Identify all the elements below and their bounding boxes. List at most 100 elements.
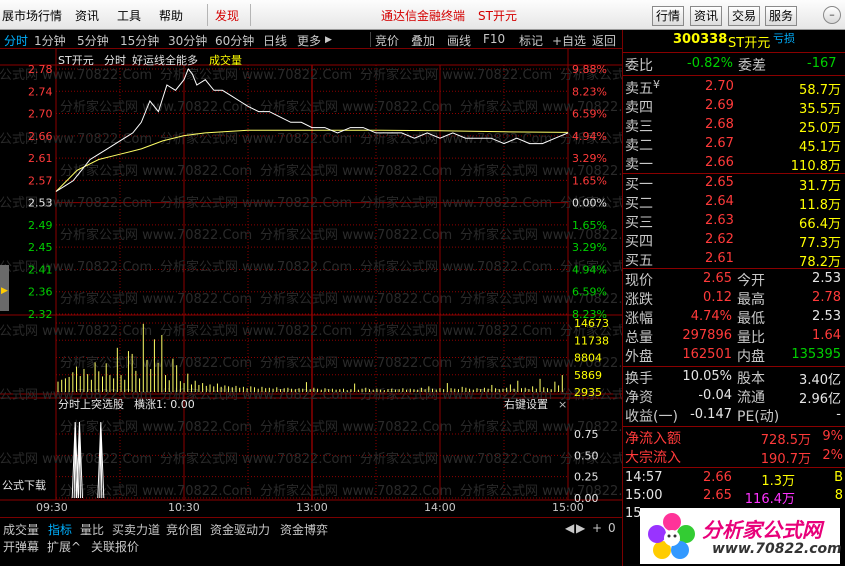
add-watchlist-button[interactable]: +自选	[552, 32, 586, 49]
price-tick-label: 2.66	[28, 130, 53, 143]
price-tick-label: 2.78	[28, 63, 53, 76]
toggle-danmaku[interactable]: 开弹幕	[3, 538, 39, 555]
news-button[interactable]: 资讯	[690, 6, 723, 26]
scroll-right-icon[interactable]: ▶	[576, 521, 585, 535]
draw-line-button[interactable]: 画线	[447, 32, 471, 49]
site-logo: 分析家公式网 www.70822.com	[640, 508, 842, 564]
watermark-text: 分析家公式网 www.70822.Com	[360, 451, 552, 467]
tab-intraday[interactable]: 分时	[4, 32, 28, 49]
flower-logo-icon	[648, 513, 695, 559]
ask-volume: 25.0万	[799, 121, 841, 136]
weibi-label: 委比	[625, 58, 653, 74]
stat-label: 现价	[625, 273, 653, 289]
watermark-text: 分析家公式网 www.70822.Com	[160, 323, 352, 339]
stat-value: 2.78	[812, 290, 841, 305]
ask-label: 卖四	[625, 100, 653, 116]
bid-label: 买五	[625, 253, 653, 269]
volume-tick-label: 11738	[574, 334, 609, 347]
service-button[interactable]: 服务	[765, 6, 798, 26]
stat-label: 涨幅	[625, 311, 653, 327]
zoom-reset-button[interactable]: 0	[608, 521, 616, 535]
indicator-name: 分时上突选股	[58, 397, 124, 411]
tab-volume-ratio[interactable]: 量比	[80, 521, 104, 538]
tab-60min[interactable]: 60分钟	[215, 32, 254, 49]
ask-price: 2.66	[705, 155, 734, 170]
tab-1min[interactable]: 1分钟	[34, 32, 66, 49]
indicator-tick-label: 0.50	[574, 449, 599, 462]
watermark-text: 分析家公式网 www.70822.Com	[0, 259, 152, 275]
menu-discover[interactable]: 发现	[215, 7, 239, 24]
scroll-left-icon[interactable]: ◀	[565, 521, 574, 535]
watermark-text: 分析家公式网 www.70822.Com	[260, 291, 452, 307]
tab-more[interactable]: 更多	[297, 32, 321, 49]
stat-value: 4.74%	[690, 309, 732, 324]
formula-download[interactable]: 公式下载	[2, 479, 46, 492]
watermark-text: 分析家公式网 www.70822.Com	[160, 451, 352, 467]
auction-button[interactable]: 竞价	[375, 32, 399, 49]
tick-price: 2.65	[703, 488, 732, 503]
percent-tick-label: 1.65%	[572, 174, 607, 187]
related-quotes[interactable]: 关联报价	[91, 538, 139, 555]
tab-buy-sell-force[interactable]: 买卖力道	[112, 521, 160, 538]
tab-5min[interactable]: 5分钟	[77, 32, 109, 49]
bid-volume: 31.7万	[799, 179, 841, 194]
fund-label: 流通	[737, 390, 765, 406]
more-arrow-icon[interactable]: ▶	[325, 35, 332, 45]
expand-button[interactable]: 扩展^	[47, 538, 81, 555]
menu-market[interactable]: 展市场行情	[2, 7, 62, 24]
fund-label: 股本	[737, 371, 765, 387]
bid-price: 2.62	[705, 232, 734, 247]
volume-tick-label: 8804	[574, 352, 602, 365]
price-tick-label: 2.49	[28, 219, 53, 232]
trade-button[interactable]: 交易	[728, 6, 761, 26]
watermark-text: 分析家公式网 www.70822.Com	[0, 323, 152, 339]
divider	[623, 52, 845, 53]
divider	[623, 426, 845, 427]
stat-label: 外盘	[625, 349, 653, 365]
tab-volume[interactable]: 成交量	[3, 521, 39, 538]
flow-value: 190.7万	[760, 452, 811, 467]
zoom-in-button[interactable]: +	[592, 521, 602, 535]
price-tick-label: 2.57	[28, 174, 53, 187]
overlay-button[interactable]: 叠加	[411, 32, 435, 49]
mark-button[interactable]: 标记	[519, 32, 543, 49]
f10-button[interactable]: F10	[483, 32, 505, 46]
indicator-tick-label: 0.75	[574, 428, 599, 441]
tick-side: B	[834, 470, 843, 485]
watermark-text: 分析家公式网 www.70822.Com	[360, 323, 552, 339]
stat-label: 涨跌	[625, 292, 653, 308]
back-button[interactable]: 返回	[592, 32, 616, 49]
app-title: 通达信金融终端	[381, 9, 466, 23]
right-click-settings[interactable]: 右键设置	[504, 397, 548, 411]
ask-price: 2.67	[705, 136, 734, 151]
fund-value: 2.96亿	[799, 392, 841, 407]
tab-indicator[interactable]: 指标	[48, 521, 72, 538]
menu-tools[interactable]: 工具	[117, 7, 141, 24]
tab-15min[interactable]: 15分钟	[120, 32, 159, 49]
bid-price: 2.65	[705, 175, 734, 190]
watermark-text: 分析家公式网 www.70822.Com	[260, 355, 452, 371]
intraday-chart[interactable]: 分析家公式网 www.70822.Com 分析家公式网 www.70822.Com…	[0, 49, 622, 517]
percent-tick-label: 6.59%	[572, 286, 607, 299]
tab-daily[interactable]: 日线	[263, 32, 287, 49]
menu-help[interactable]: 帮助	[159, 7, 183, 24]
time-tick-label: 15:00	[552, 501, 584, 514]
tab-fund-drive[interactable]: 资金驱动力	[210, 521, 270, 538]
ask-label: 卖五	[625, 81, 653, 97]
quote-button[interactable]: 行情	[652, 6, 685, 26]
stat-value: 1.64	[812, 328, 841, 343]
indicator-close-icon[interactable]: ×	[558, 398, 567, 411]
expand-arrow-icon[interactable]: ▶	[1, 286, 8, 296]
percent-tick-label: 8.23%	[572, 85, 607, 98]
stat-value: 297896	[682, 328, 732, 343]
percent-tick-label: 9.88%	[572, 63, 607, 76]
tab-fund-game[interactable]: 资金博弈	[280, 521, 328, 538]
minimize-icon[interactable]: –	[823, 6, 841, 24]
ask-price: 2.69	[705, 98, 734, 113]
loss-flag: 亏损	[773, 32, 795, 45]
price-tick-label: 2.74	[28, 85, 53, 98]
tab-auction-chart[interactable]: 竞价图	[166, 521, 202, 538]
toolbar-separator	[370, 32, 371, 47]
menu-news[interactable]: 资讯	[75, 7, 99, 24]
tab-30min[interactable]: 30分钟	[168, 32, 207, 49]
